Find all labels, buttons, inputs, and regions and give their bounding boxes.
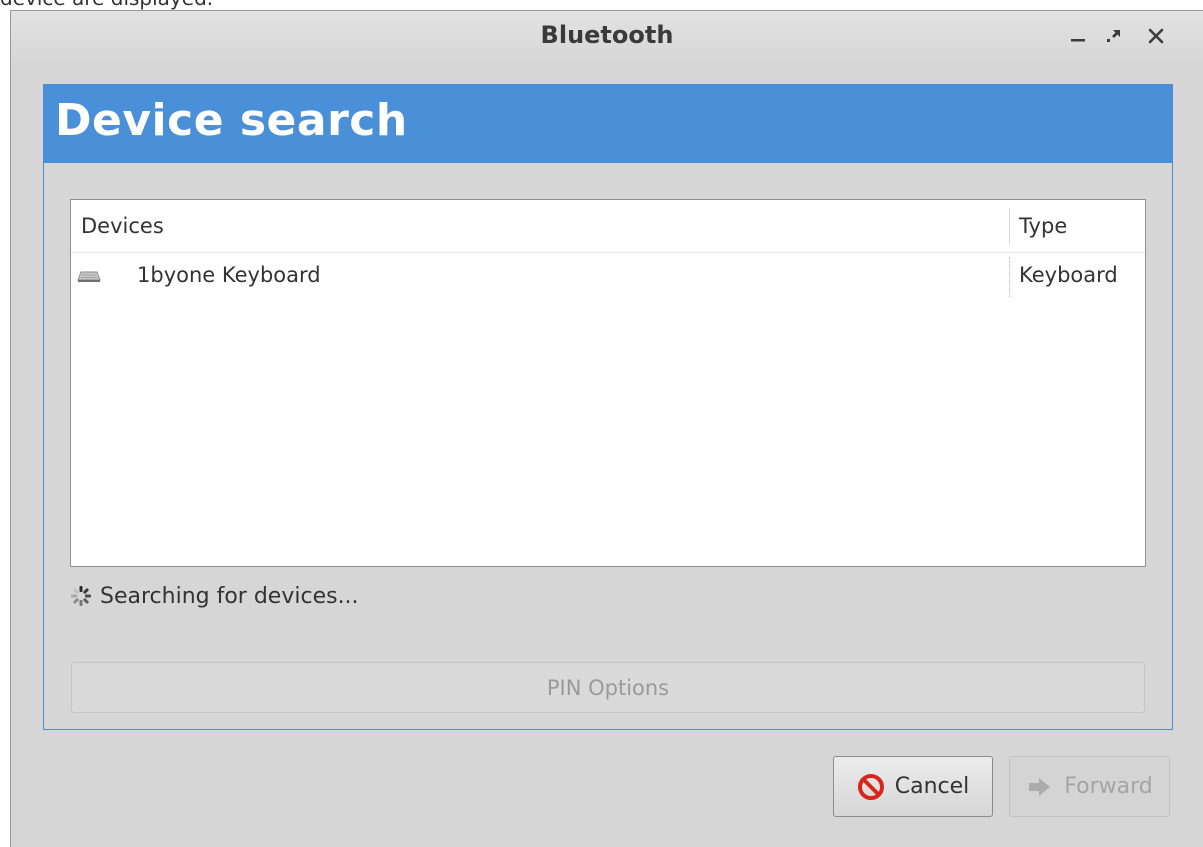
status-text: Searching for devices... [100, 583, 359, 609]
caption-fragment: device are displayed. [0, 0, 1203, 10]
page-title: Device search [55, 95, 408, 146]
bluetooth-window: Bluetooth Device search Devices Type 1by… [10, 10, 1203, 847]
forward-arrow-icon [1029, 777, 1051, 796]
window-title: Bluetooth [540, 21, 674, 49]
device-list-header: Devices Type [71, 200, 1145, 253]
column-header-type[interactable]: Type [1019, 214, 1067, 238]
titlebar[interactable]: Bluetooth [11, 11, 1203, 65]
forward-button[interactable]: Forward [1009, 756, 1170, 817]
device-row[interactable]: 1byone Keyboard Keyboard [71, 253, 1145, 299]
minimize-icon [1071, 39, 1085, 42]
device-name: 1byone Keyboard [137, 263, 321, 287]
device-type: Keyboard [1019, 263, 1118, 287]
spinner-icon [71, 586, 91, 606]
device-list[interactable]: Devices Type 1byone Keyboard Keyboard [70, 199, 1146, 567]
search-status: Searching for devices... [70, 582, 359, 610]
row-column-divider [1009, 257, 1010, 297]
close-icon [1148, 28, 1164, 44]
maximize-button[interactable] [1097, 19, 1131, 53]
cancel-label: Cancel [894, 774, 970, 799]
column-header-devices[interactable]: Devices [81, 214, 164, 238]
keyboard-icon [77, 271, 101, 282]
page-header: Device search [44, 85, 1172, 163]
minimize-button[interactable] [1061, 19, 1095, 53]
assistant-page: Device search Devices Type 1byone Keyboa… [43, 84, 1173, 730]
cancel-button[interactable]: Cancel [833, 756, 993, 817]
close-button[interactable] [1139, 19, 1173, 53]
maximize-icon [1107, 30, 1120, 42]
column-divider [1009, 208, 1010, 244]
pin-options-button[interactable]: PIN Options [71, 662, 1145, 713]
stop-icon [857, 773, 884, 800]
forward-label: Forward [1064, 774, 1153, 799]
